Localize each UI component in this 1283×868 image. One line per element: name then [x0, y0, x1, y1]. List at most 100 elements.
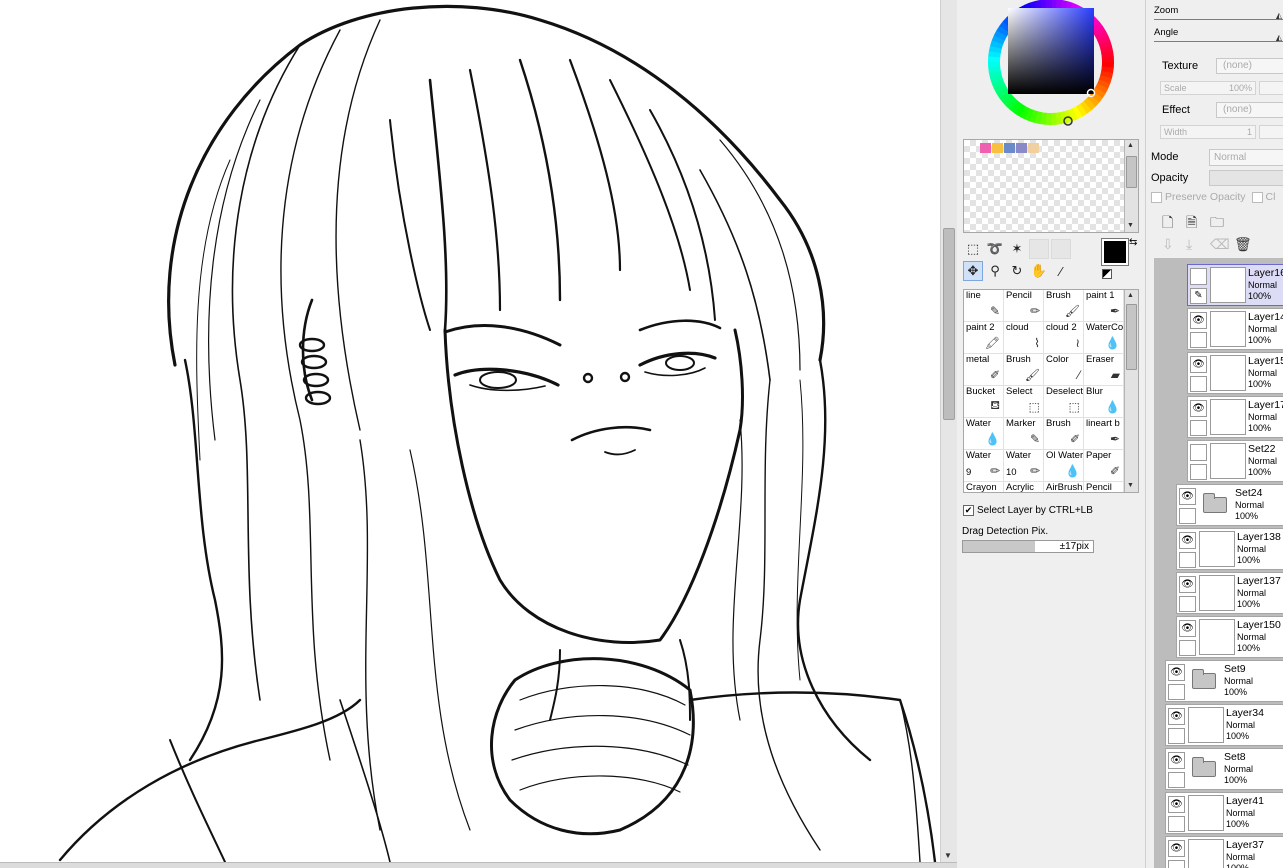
swatch-peach[interactable]	[1028, 143, 1039, 153]
brush-slot[interactable]: Water 💧	[964, 418, 1004, 450]
swatch-blue[interactable]	[1004, 143, 1015, 153]
swatch-violet[interactable]	[1016, 143, 1027, 153]
layer-list[interactable]: ✎ Layer16 Normal 100% 👁 Layer14 Normal 100% 👁 Lay…	[1154, 258, 1283, 868]
visibility-toggle[interactable]	[1190, 444, 1207, 461]
drawing-canvas[interactable]	[0, 0, 940, 862]
brush-slot[interactable]: Color ⁄	[1044, 354, 1084, 386]
layer-row[interactable]: 👁 Layer34 Normal 100%	[1165, 704, 1283, 746]
scale-extra-field[interactable]	[1259, 81, 1283, 95]
clear-layer-icon[interactable]: ⌫	[1210, 236, 1230, 253]
brush-slot[interactable]: cloud ⌇	[1004, 322, 1044, 354]
brush-slot[interactable]: AirBrush✒	[1044, 482, 1084, 492]
brush-slot[interactable]: Water 10 ✏	[1004, 450, 1044, 482]
layer-folder-row[interactable]: 👁 Set9 Normal 100%	[1165, 660, 1283, 702]
slider-handle-icon[interactable]: ◭	[1276, 11, 1282, 20]
eye-icon[interactable]: 👁	[1190, 356, 1207, 373]
texture-select[interactable]: (none)	[1216, 58, 1283, 74]
brush-slot[interactable]: line ✎	[964, 290, 1004, 322]
scroll-up-icon[interactable]: ▲	[1127, 292, 1134, 300]
select-layer-option[interactable]: ✔ Select Layer by CTRL+LB	[963, 503, 1139, 517]
lock-toggle[interactable]	[1168, 816, 1185, 832]
canvas-horizontal-scrollbar[interactable]	[0, 862, 957, 868]
width-field[interactable]: Width 1	[1160, 125, 1256, 139]
preserve-opacity-option[interactable]: Preserve Opacity Cl	[1151, 191, 1275, 203]
scroll-up-icon[interactable]: ▲	[1127, 142, 1134, 150]
delete-layer-icon[interactable]: 🗑	[1234, 236, 1252, 253]
brush-slot[interactable]: Blur 💧	[1084, 386, 1124, 418]
eye-icon[interactable]: 👁	[1190, 400, 1207, 417]
select-layer-checkbox[interactable]: ✔	[963, 504, 974, 516]
brush-slot[interactable]: Water 9 ✏	[964, 450, 1004, 482]
canvas-vertical-scrollbar[interactable]: ▼	[940, 0, 957, 862]
lock-toggle[interactable]	[1190, 376, 1207, 392]
swatch-scroll-thumb[interactable]	[1126, 156, 1137, 188]
lock-toggle[interactable]	[1179, 596, 1196, 612]
layer-row[interactable]: 👁 Layer37 Normal 100%	[1165, 836, 1283, 868]
swap-colors-icon[interactable]: ⇆	[1129, 237, 1137, 248]
lock-toggle[interactable]	[1179, 640, 1196, 656]
brush-slot[interactable]: Eraser ▰	[1084, 354, 1124, 386]
brush-slot[interactable]: Pencil✏	[1084, 482, 1124, 492]
brush-slot[interactable]: Bucket ⛾	[964, 386, 1004, 418]
swatch-yellow[interactable]	[992, 143, 1003, 153]
lock-toggle[interactable]	[1168, 860, 1185, 868]
layer-row[interactable]: 👁 Layer138 Normal 100%	[1176, 528, 1283, 570]
layer-row[interactable]: Set22 Normal 100%	[1187, 440, 1283, 482]
zoom-icon[interactable]: ⚲	[985, 261, 1005, 281]
brush-grid-scrollbar[interactable]: ▲ ▼	[1124, 290, 1138, 492]
layer-row[interactable]: ✎ Layer16 Normal 100%	[1187, 264, 1283, 306]
eye-icon[interactable]: 👁	[1179, 620, 1196, 637]
opacity-slider[interactable]: 1	[1209, 170, 1283, 186]
scroll-down-icon[interactable]: ▼	[944, 851, 952, 860]
lock-toggle[interactable]	[1179, 552, 1196, 568]
layer-row[interactable]: 👁 Layer14 Normal 100%	[1187, 308, 1283, 350]
brush-slot[interactable]: Select ⬚	[1004, 386, 1044, 418]
eye-icon[interactable]: 👁	[1179, 532, 1196, 549]
new-layer-icon[interactable]: 🗋	[1162, 212, 1173, 236]
brush-slot[interactable]: paint 1 ✒	[1084, 290, 1124, 322]
canvas-scroll-thumb[interactable]	[943, 228, 955, 420]
brush-slot[interactable]: Acrylic✐	[1004, 482, 1044, 492]
clipping-checkbox[interactable]	[1251, 191, 1263, 203]
swatch-scrollbar[interactable]: ▲ ▼	[1124, 140, 1138, 232]
brush-slot[interactable]: cloud 2 ≀	[1044, 322, 1084, 354]
new-linework-layer-icon[interactable]: 🗎	[1186, 212, 1197, 236]
brush-slot[interactable]: Crayon✎	[964, 482, 1004, 492]
scroll-down-icon[interactable]: ▼	[1127, 222, 1134, 230]
brush-slot[interactable]: Marker ✎	[1004, 418, 1044, 450]
brush-slot[interactable]: Ol Water 💧	[1044, 450, 1084, 482]
hand-icon[interactable]: ✋	[1029, 261, 1049, 281]
layer-folder-row[interactable]: 👁 Set24 Normal 100%	[1176, 484, 1283, 526]
brush-slot[interactable]: WaterCo 💧	[1084, 322, 1124, 354]
brush-slot[interactable]: Paper ✐	[1084, 450, 1124, 482]
rotate-icon[interactable]: ↻	[1007, 261, 1027, 281]
eyedropper-icon[interactable]: ⁄	[1051, 261, 1071, 281]
brush-slot[interactable]: metal ✐	[964, 354, 1004, 386]
layer-row[interactable]: 👁 Layer15 Normal 100%	[1187, 352, 1283, 394]
lock-toggle[interactable]	[1168, 684, 1185, 700]
rect-select-icon[interactable]: ⬚	[963, 239, 983, 259]
eye-icon[interactable]: 👁	[1168, 840, 1185, 857]
brush-slot[interactable]: Deselect ⬚	[1044, 386, 1084, 418]
lock-toggle[interactable]	[1190, 464, 1207, 480]
brush-scroll-thumb[interactable]	[1126, 304, 1137, 370]
eye-icon[interactable]: 👁	[1168, 752, 1185, 769]
brush-slot[interactable]: Brush ✐	[1044, 418, 1084, 450]
color-swatch-panel[interactable]: ▲ ▼	[963, 139, 1139, 233]
pen-icon[interactable]: ✎	[1190, 288, 1207, 304]
color-wheel[interactable]	[969, 0, 1133, 132]
layer-row[interactable]: 👁 Layer137 Normal 100%	[1176, 572, 1283, 614]
effect-select[interactable]: (none)	[1216, 102, 1283, 118]
layer-row[interactable]: 👁 Layer41 Normal 100%	[1165, 792, 1283, 834]
brush-slot[interactable]: Brush 🖌	[1004, 354, 1044, 386]
eye-icon[interactable]: 👁	[1168, 708, 1185, 725]
visibility-toggle[interactable]	[1190, 268, 1207, 285]
brush-slot[interactable]: Pencil✏	[1004, 290, 1044, 322]
magic-wand-icon[interactable]: ✶	[1007, 239, 1027, 259]
reset-colors-icon[interactable]	[1102, 269, 1112, 279]
layer-folder-row[interactable]: 👁 Set8 Normal 100%	[1165, 748, 1283, 790]
new-folder-icon[interactable]: 🗀	[1210, 212, 1224, 236]
swatch-pink[interactable]	[980, 143, 991, 153]
angle-slider[interactable]: Angle ◭	[1154, 22, 1283, 42]
brush-slot[interactable]: paint 2 🖍	[964, 322, 1004, 354]
